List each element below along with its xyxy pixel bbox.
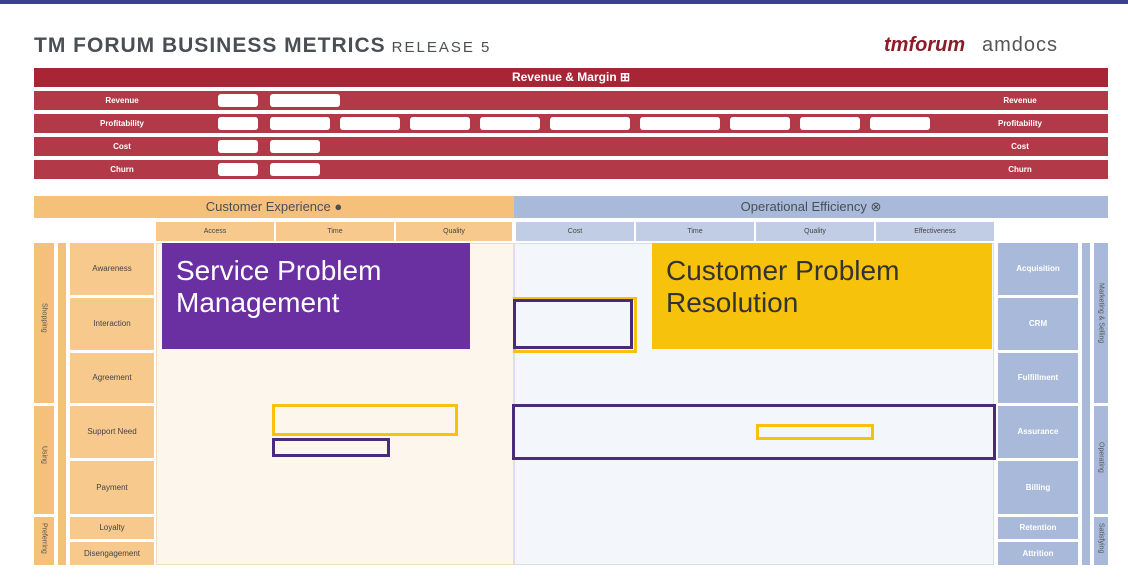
metric-chip bbox=[410, 117, 470, 130]
amdocs-logo: amdocs bbox=[982, 34, 1059, 56]
metric-chip bbox=[270, 94, 340, 107]
subheader-quality-oe: Quality bbox=[756, 222, 874, 241]
highlight-box-time-inner bbox=[272, 438, 390, 457]
right-billing: Billing bbox=[998, 461, 1078, 514]
service-problem-management-banner: Service Problem Management bbox=[162, 243, 470, 349]
row-disengagement: Disengagement bbox=[70, 542, 154, 565]
side-strip-left bbox=[58, 243, 66, 565]
row-payment: Payment bbox=[70, 461, 154, 514]
customer-experience-header: Customer Experience ● bbox=[34, 196, 514, 218]
row-loyalty: Loyalty bbox=[70, 517, 154, 539]
right-crm: CRM bbox=[998, 298, 1078, 350]
metric-chip bbox=[730, 117, 790, 130]
highlight-box-cost-inner bbox=[513, 299, 633, 349]
side-using: Using bbox=[34, 406, 54, 514]
row-support-need: Support Need bbox=[70, 406, 154, 458]
side-shopping: Shopping bbox=[34, 243, 54, 403]
revenue-label-right: Revenue bbox=[1003, 96, 1037, 105]
metric-chip bbox=[340, 117, 400, 130]
churn-label-right: Churn bbox=[1008, 165, 1032, 174]
churn-label-left: Churn bbox=[110, 165, 134, 174]
subheader-time-cx: Time bbox=[276, 222, 394, 241]
row-agreement: Agreement bbox=[70, 353, 154, 403]
side-preferring: Preferring bbox=[34, 517, 54, 565]
subheader-time-oe: Time bbox=[636, 222, 754, 241]
revenue-label-left: Revenue bbox=[105, 96, 139, 105]
metric-chip bbox=[640, 117, 720, 130]
highlight-box-assurance bbox=[512, 404, 996, 460]
profitability-label-left: Profitability bbox=[99, 119, 144, 128]
right-assurance: Assurance bbox=[998, 406, 1078, 458]
operational-efficiency-header: Operational Efficiency ⊗ bbox=[514, 196, 1108, 218]
profitability-label-right: Profitability bbox=[997, 119, 1042, 128]
customer-problem-resolution-banner: Customer Problem Resolution bbox=[652, 243, 992, 349]
churn-row: Churn Churn bbox=[34, 160, 1108, 179]
subheader-cost: Cost bbox=[516, 222, 634, 241]
metric-chip bbox=[270, 163, 320, 176]
metric-chip bbox=[550, 117, 630, 130]
top-border bbox=[0, 0, 1128, 4]
side-strip-right bbox=[1082, 243, 1090, 565]
row-awareness: Awareness bbox=[70, 243, 154, 295]
revenue-row: Revenue Revenue bbox=[34, 91, 1108, 110]
right-retention: Retention bbox=[998, 517, 1078, 539]
metric-chip bbox=[480, 117, 540, 130]
subheader-quality-cx: Quality bbox=[396, 222, 512, 241]
highlight-box-quality bbox=[756, 424, 874, 440]
cost-label-left: Cost bbox=[113, 142, 131, 151]
side-satisfying: Satisfying bbox=[1094, 517, 1108, 565]
tmforum-logo: tmforum bbox=[884, 34, 966, 56]
metric-chip bbox=[218, 117, 258, 130]
right-attrition: Attrition bbox=[998, 542, 1078, 565]
metric-chip bbox=[870, 117, 930, 130]
page-title: TM FORUM BUSINESS METRICS RELEASE 5 bbox=[34, 34, 492, 57]
row-interaction: Interaction bbox=[70, 298, 154, 350]
highlight-box-time bbox=[272, 404, 458, 436]
metric-chip bbox=[270, 140, 320, 153]
metric-chip bbox=[218, 140, 258, 153]
right-acquisition: Acquisition bbox=[998, 243, 1078, 295]
revenue-margin-header: Revenue & Margin ⊞ bbox=[34, 68, 1108, 87]
metric-chip bbox=[270, 117, 330, 130]
cost-label-right: Cost bbox=[1011, 142, 1029, 151]
subheader-effectiveness: Effectiveness bbox=[876, 222, 994, 241]
metric-chip bbox=[218, 163, 258, 176]
side-marketing: Marketing & Selling bbox=[1094, 243, 1108, 403]
right-fulfillment: Fulfillment bbox=[998, 353, 1078, 403]
cost-row: Cost Cost bbox=[34, 137, 1108, 156]
metric-chip bbox=[800, 117, 860, 130]
metric-chip bbox=[218, 94, 258, 107]
subheader-access: Access bbox=[156, 222, 274, 241]
side-operating: Operating bbox=[1094, 406, 1108, 514]
